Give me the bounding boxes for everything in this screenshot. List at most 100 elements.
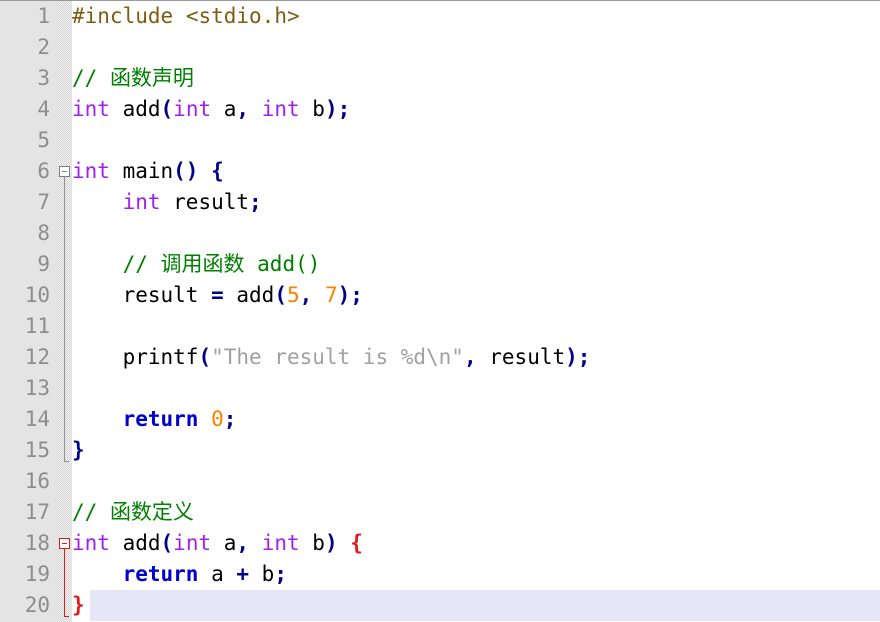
fold-region-end-marker — [64, 616, 69, 617]
code-line[interactable]: // 函数声明 — [72, 63, 880, 94]
code-token: { — [350, 531, 363, 555]
code-token: int — [261, 531, 300, 555]
code-token: add — [109, 97, 161, 121]
code-token: ( — [160, 531, 174, 555]
line-number: 11 — [24, 314, 50, 338]
code-token: ( — [274, 283, 287, 307]
fold-toggle-icon[interactable] — [59, 166, 70, 177]
code-line[interactable]: } — [72, 435, 880, 466]
code-token: ; — [337, 97, 351, 121]
line-number: 16 — [24, 469, 50, 493]
code-line[interactable] — [72, 311, 880, 342]
code-line[interactable]: int add(int a, int b) { — [72, 528, 880, 559]
code-line[interactable]: return a + b; — [72, 559, 880, 590]
line-number: 7 — [37, 190, 50, 214]
code-token: ; — [274, 562, 287, 586]
code-line[interactable] — [72, 125, 880, 156]
code-token: , — [299, 283, 313, 307]
code-token: int — [261, 97, 300, 121]
code-token: add — [109, 531, 161, 555]
code-token: a — [211, 531, 237, 555]
code-line[interactable]: return 0; — [72, 404, 880, 435]
code-token: ) — [324, 97, 338, 121]
code-token: main — [109, 159, 174, 183]
fold-region-guide — [64, 549, 65, 616]
code-token: = — [211, 283, 224, 307]
code-line-text: int add(int a, int b) { — [72, 531, 363, 555]
code-line-text: // 函数定义 — [72, 500, 194, 524]
code-token: ; — [223, 407, 237, 431]
code-token: 函数声明 — [109, 66, 194, 90]
code-line[interactable]: result = add(5, 7); — [72, 280, 880, 311]
code-token: result — [476, 345, 566, 369]
code-editor[interactable]: 1 2 3 4 5 6 7 8 9 10 11 12 13 14 15 16 17 18 19 20 #include… — [0, 0, 880, 622]
code-token: 5 — [286, 283, 300, 307]
code-token: <stdio.h> — [185, 4, 300, 28]
code-token: // — [72, 66, 110, 90]
code-line[interactable] — [72, 218, 880, 249]
code-line[interactable]: // 函数定义 — [72, 497, 880, 528]
line-number: 10 — [24, 283, 50, 307]
code-line-text: return 0; — [72, 407, 237, 431]
code-token: } — [72, 593, 85, 617]
code-token: return — [122, 407, 199, 431]
code-token: result — [160, 190, 250, 214]
code-token: a — [198, 562, 237, 586]
code-line-text: int main() { — [72, 159, 224, 183]
code-line[interactable]: int main() { — [72, 156, 880, 187]
code-line[interactable]: // 调用函数 add() — [72, 249, 880, 280]
line-number: 19 — [24, 562, 50, 586]
code-line[interactable] — [72, 373, 880, 404]
code-line[interactable] — [72, 466, 880, 497]
code-token: result — [72, 283, 212, 307]
fold-toggle-icon[interactable] — [59, 538, 70, 549]
code-token: ; — [577, 345, 591, 369]
code-token: return — [122, 562, 199, 586]
code-token: int — [173, 97, 212, 121]
line-number: 20 — [24, 593, 50, 617]
code-line-text: } — [72, 438, 85, 462]
code-line-text: result = add(5, 7); — [72, 283, 363, 307]
line-number: 9 — [37, 252, 50, 276]
code-token: ) — [337, 283, 351, 307]
code-line[interactable]: } — [72, 590, 880, 621]
code-token: b — [299, 531, 325, 555]
code-line[interactable]: int add(int a, int b); — [72, 94, 880, 125]
code-token: ( — [160, 97, 174, 121]
line-number: 13 — [24, 376, 50, 400]
code-line[interactable]: int result; — [72, 187, 880, 218]
code-token: a — [211, 97, 237, 121]
code-line-text: return a + b; — [72, 562, 287, 586]
code-line-text: printf("The result is %d\n", result); — [72, 345, 591, 369]
code-content-area[interactable]: #include <stdio.h> // 函数声明 int add(int a,… — [72, 1, 880, 622]
line-number: 5 — [37, 128, 50, 152]
line-number: 18 — [24, 531, 50, 555]
line-number: 4 — [37, 97, 50, 121]
code-token: ; — [350, 283, 363, 307]
code-token: 函数定义 — [109, 500, 194, 524]
line-number-gutter: 1 2 3 4 5 6 7 8 9 10 11 12 13 14 15 16 17 18 19 20 — [0, 1, 56, 622]
code-token: int — [173, 531, 212, 555]
code-token: int — [72, 159, 110, 183]
line-number: 12 — [24, 345, 50, 369]
code-token: 0 — [211, 407, 224, 431]
code-line[interactable]: printf("The result is %d\n", result); — [72, 342, 880, 373]
line-number: 1 — [37, 4, 50, 28]
code-line[interactable] — [72, 32, 880, 63]
code-token: , — [463, 345, 477, 369]
code-token: ) — [565, 345, 578, 369]
line-number: 6 — [37, 159, 50, 183]
fold-margin-column[interactable] — [56, 1, 72, 622]
code-line[interactable]: #include <stdio.h> — [72, 1, 880, 32]
code-token: add() — [244, 252, 321, 276]
